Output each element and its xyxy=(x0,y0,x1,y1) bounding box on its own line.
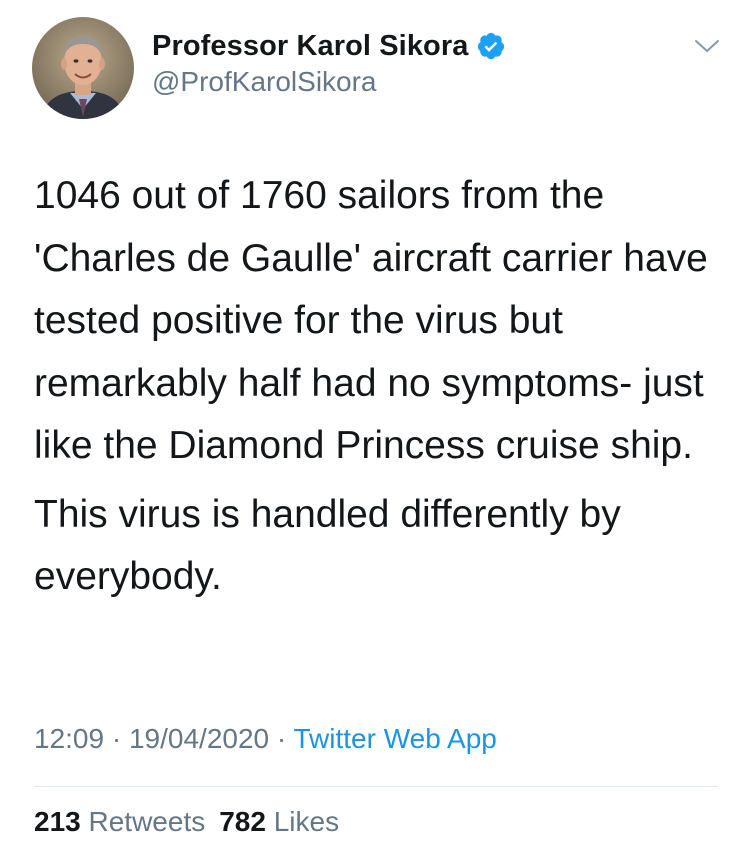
tweet-date[interactable]: 19/04/2020 xyxy=(129,723,269,754)
divider xyxy=(34,786,718,787)
author-name-row[interactable]: Professor Karol Sikora xyxy=(152,28,506,64)
tweet-meta: 12:09 · 19/04/2020 · Twitter Web App xyxy=(34,723,497,755)
tweet-card: Professor Karol Sikora @ProfKarolSikora … xyxy=(0,0,750,853)
likes-count: 782 xyxy=(219,806,266,837)
meta-separator: · xyxy=(104,723,129,754)
retweets-count: 213 xyxy=(34,806,81,837)
tweet-text: 1046 out of 1760 sailors from the 'Charl… xyxy=(34,165,724,609)
chevron-down-icon[interactable] xyxy=(692,34,722,58)
tweet-paragraph: This virus is handled differently by eve… xyxy=(34,492,621,599)
author-handle[interactable]: @ProfKarolSikora xyxy=(152,66,377,98)
profile-photo xyxy=(32,17,134,119)
tweet-paragraph: 1046 out of 1760 sailors from the 'Charl… xyxy=(34,174,708,467)
tweet-stats: 213 Retweets 782 Likes xyxy=(34,806,339,838)
retweets-link[interactable]: 213 Retweets xyxy=(34,806,205,837)
tweet-source-link[interactable]: Twitter Web App xyxy=(294,723,497,754)
display-name[interactable]: Professor Karol Sikora xyxy=(152,30,469,63)
tweet-time[interactable]: 12:09 xyxy=(34,723,104,754)
avatar[interactable] xyxy=(32,17,134,119)
likes-label: Likes xyxy=(273,806,340,837)
verified-badge-icon xyxy=(477,32,504,60)
retweets-label: Retweets xyxy=(88,806,206,837)
meta-separator: · xyxy=(269,723,294,754)
likes-link[interactable]: 782 Likes xyxy=(219,806,339,837)
